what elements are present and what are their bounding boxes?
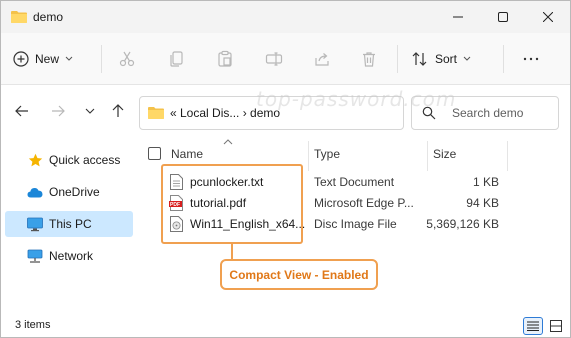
- column-divider[interactable]: [427, 141, 428, 171]
- close-icon: [542, 12, 553, 22]
- details-view-icon: [527, 321, 539, 331]
- toolbar-divider: [503, 45, 504, 73]
- recent-dropdown-button[interactable]: [81, 102, 99, 120]
- callout-box: Compact View - Enabled: [220, 259, 378, 290]
- column-divider[interactable]: [507, 141, 508, 171]
- sort-button[interactable]: Sort: [411, 46, 471, 72]
- navigation-pane: Quick access OneDrive This PC Network: [1, 141, 141, 311]
- more-icon: [523, 57, 539, 61]
- highlight-box: [161, 164, 303, 244]
- column-header-name[interactable]: Name: [171, 147, 203, 161]
- close-button[interactable]: [525, 1, 570, 33]
- toolbar-divider: [101, 45, 102, 73]
- sort-label: Sort: [435, 52, 458, 66]
- title-bar: demo: [1, 1, 570, 33]
- cloud-icon: [27, 184, 43, 200]
- sidebar-item-label: Network: [49, 249, 94, 263]
- new-button[interactable]: New: [13, 46, 73, 72]
- details-view-button[interactable]: [523, 317, 543, 335]
- sidebar-item-label: Quick access: [49, 153, 121, 167]
- minimize-button[interactable]: [435, 1, 480, 33]
- share-button[interactable]: [312, 49, 332, 69]
- plus-circle-icon: [13, 51, 29, 67]
- column-header-type[interactable]: Type: [314, 147, 340, 161]
- arrow-left-icon: [15, 105, 28, 117]
- column-divider[interactable]: [308, 141, 309, 171]
- folder-icon: [11, 11, 27, 23]
- watermark: top-password.com: [256, 87, 457, 111]
- tiles-view-icon: [550, 320, 562, 332]
- copy-icon: [170, 51, 183, 67]
- toolbar-divider: [397, 45, 398, 73]
- folder-icon: [148, 107, 164, 119]
- sort-icon: [412, 52, 427, 66]
- cut-icon: [119, 51, 135, 67]
- file-size: 5,369,126 KB: [426, 217, 499, 231]
- file-type: Disc Image File: [314, 217, 397, 231]
- up-button[interactable]: [109, 102, 127, 120]
- file-type: Microsoft Edge P...: [314, 196, 414, 210]
- rename-icon: [265, 52, 283, 66]
- column-header-size[interactable]: Size: [433, 147, 456, 161]
- sidebar-item-onedrive[interactable]: OneDrive: [5, 179, 133, 205]
- back-button[interactable]: [13, 102, 31, 120]
- sidebar-item-label: This PC: [49, 217, 92, 231]
- file-type: Text Document: [314, 175, 395, 189]
- minimize-icon: [452, 16, 463, 18]
- file-explorer-window: demo New Sort « Local Dis... › demo Sear…: [0, 0, 571, 338]
- monitor-icon: [27, 216, 43, 232]
- file-size: 94 KB: [466, 196, 499, 210]
- file-size: 1 KB: [472, 175, 499, 189]
- status-bar: 3 items: [1, 314, 570, 337]
- sidebar-item-quick-access[interactable]: Quick access: [5, 147, 133, 173]
- maximize-icon: [497, 12, 508, 22]
- network-icon: [27, 248, 43, 264]
- maximize-button[interactable]: [480, 1, 525, 33]
- new-label: New: [35, 52, 60, 66]
- sidebar-item-this-pc[interactable]: This PC: [5, 211, 133, 237]
- forward-button[interactable]: [49, 102, 67, 120]
- rename-button[interactable]: [264, 49, 284, 69]
- delete-icon: [363, 52, 375, 67]
- callout-text: Compact View - Enabled: [229, 267, 369, 282]
- cut-button[interactable]: [117, 49, 137, 69]
- share-icon: [315, 53, 329, 66]
- tiles-view-button[interactable]: [546, 317, 566, 335]
- command-bar: New Sort: [1, 33, 570, 85]
- arrow-up-icon: [112, 104, 124, 117]
- copy-button[interactable]: [167, 49, 187, 69]
- item-count: 3 items: [15, 319, 51, 331]
- chevron-down-icon: [85, 108, 95, 114]
- star-icon: [27, 152, 43, 168]
- sidebar-item-label: OneDrive: [49, 185, 100, 199]
- sort-ascending-icon: [223, 139, 233, 145]
- chevron-down-icon: [463, 56, 471, 61]
- see-more-button[interactable]: [521, 49, 541, 69]
- select-all-checkbox[interactable]: [148, 147, 161, 160]
- arrow-right-icon: [52, 105, 65, 117]
- delete-button[interactable]: [359, 49, 379, 69]
- paste-button[interactable]: [215, 49, 235, 69]
- sidebar-item-network[interactable]: Network: [5, 243, 133, 269]
- paste-icon: [218, 50, 232, 67]
- window-title: demo: [33, 10, 64, 24]
- search-placeholder: Search demo: [452, 106, 524, 120]
- chevron-down-icon: [65, 56, 73, 61]
